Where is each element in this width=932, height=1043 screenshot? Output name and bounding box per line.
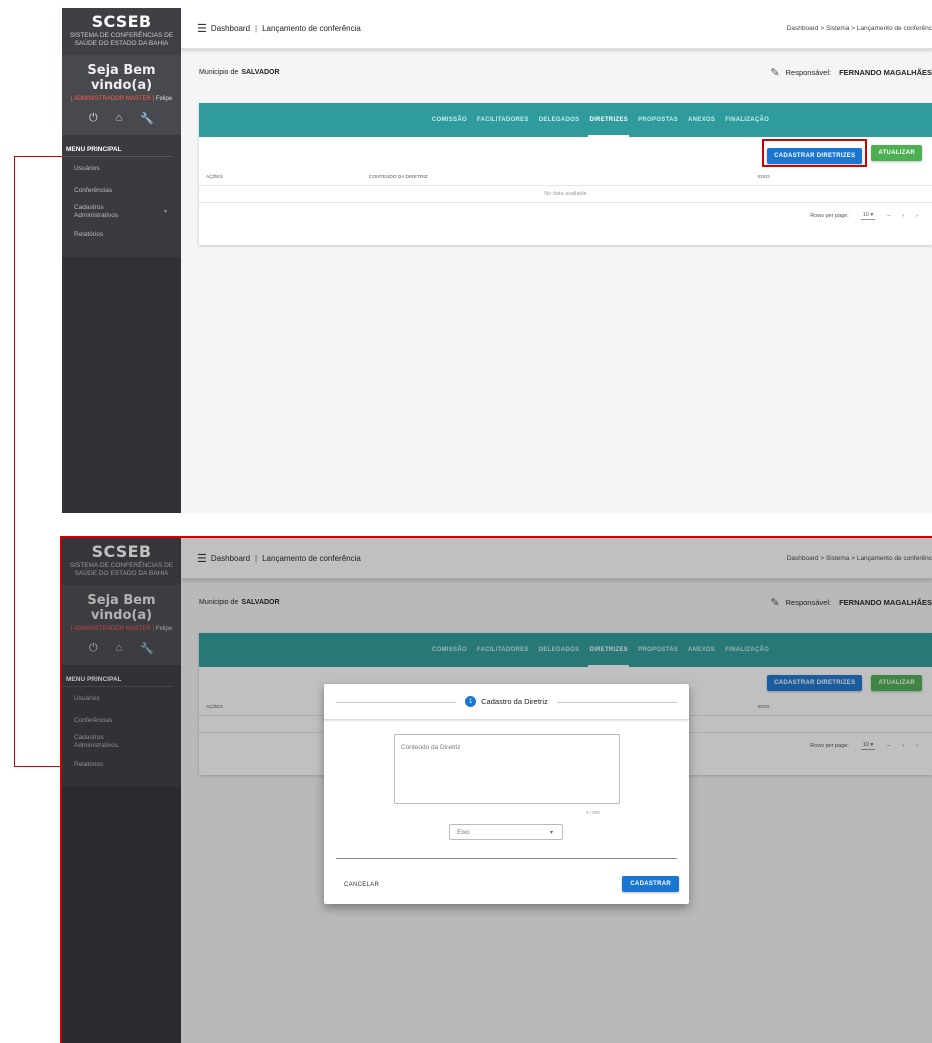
- eixo-select[interactable]: Eixo ▾: [449, 824, 563, 840]
- annotation-line-bottom: [14, 766, 62, 767]
- tab-bar: COMISSÃO FACILITADORES DELEGADOS DIRETRI…: [199, 103, 932, 137]
- pencil-icon[interactable]: ✎: [770, 66, 779, 79]
- topbar-dashboard-link[interactable]: Dashboard: [211, 24, 250, 33]
- screenshot-after: SCSEB SISTEMA DE CONFERÊNCIAS DE SAÚDE D…: [60, 536, 932, 1043]
- dialog-title: Cadastro da Diretriz: [481, 697, 548, 706]
- page-title: Lançamento de conferência: [262, 23, 361, 33]
- cadastro-diretriz-dialog: 1 Cadastro da Diretriz Conteúdo da Diret…: [324, 684, 689, 904]
- sidebar-item-cadastros-administrativos[interactable]: Cadastros Administrativos ▾: [62, 201, 181, 223]
- sidebar-item-usuarios[interactable]: Usuários: [62, 157, 181, 179]
- municipio-row: Municipio de SALVADOR ✎ Responsável: FERN…: [199, 49, 932, 95]
- caret-down-icon: ▾: [870, 212, 874, 218]
- wrench-icon[interactable]: 🔧: [140, 112, 154, 125]
- column-header-conteudo[interactable]: CONTEÚDO DA DIRETRIZ: [369, 175, 428, 180]
- cadastrar-button[interactable]: CADASTRAR: [622, 876, 679, 892]
- welcome-user: [ ADMINISTRADOR MASTER ] Felipe: [62, 96, 181, 102]
- column-header-acoes[interactable]: AÇÕES: [206, 175, 223, 180]
- welcome-panel: Seja Bem vindo(a) [ ADMINISTRADOR MASTER…: [62, 55, 181, 135]
- responsavel-label: Responsável:: [785, 67, 832, 77]
- screenshot-before: SCSEB SISTEMA DE CONFERÊNCIAS DE SAÚDE D…: [62, 8, 932, 513]
- table-no-data: No data available: [199, 186, 932, 203]
- tab-delegados[interactable]: DELEGADOS: [534, 103, 585, 137]
- dialog-header: 1 Cadastro da Diretriz: [324, 684, 689, 720]
- table-header: AÇÕES CONTEÚDO DA DIRETRIZ EIXO: [199, 169, 932, 186]
- rows-per-page-label: Rows per page:: [810, 213, 849, 219]
- atualizar-button[interactable]: ATUALIZAR: [871, 145, 922, 161]
- dialog-divider: [336, 858, 677, 859]
- breadcrumb: Dashboard > Sistema > Lançamento de conf…: [786, 24, 932, 32]
- user-role: [ ADMINISTRADOR MASTER ]: [70, 96, 155, 102]
- tab-comissao[interactable]: COMISSÃO: [427, 103, 472, 137]
- cadastrar-diretrizes-button[interactable]: CADASTRAR DIRETRIZES: [767, 148, 863, 164]
- tab-anexos[interactable]: ANEXOS: [683, 103, 720, 137]
- tab-finalizacao[interactable]: FINALIZAÇÃO: [720, 103, 774, 137]
- sidebar-item-label: Cadastros Administrativos: [74, 204, 119, 219]
- column-header-eixo[interactable]: EIXO: [758, 175, 769, 180]
- step-number: 1: [465, 696, 477, 707]
- power-icon[interactable]: ⏻: [89, 112, 98, 125]
- char-counter: 0 / 600: [586, 810, 600, 815]
- chevron-down-icon: ▾: [163, 209, 167, 215]
- rows-per-page-select[interactable]: 10 ▾: [860, 212, 876, 220]
- prev-page-icon[interactable]: ‹: [902, 213, 904, 219]
- tab-diretrizes[interactable]: DIRETRIZES: [584, 103, 633, 137]
- sidebar-item-conferencias[interactable]: Conferências: [62, 179, 181, 201]
- page-range: –: [887, 213, 891, 219]
- sidebar-item-label: Usuários: [74, 164, 100, 172]
- municipio-label: Municipio de: [199, 68, 239, 76]
- pagination: Rows per page: 10 ▾ – ‹ ›: [199, 203, 932, 229]
- highlight-box: CADASTRAR DIRETRIZES: [762, 139, 868, 167]
- textarea-placeholder: Conteúdo da Diretriz: [401, 744, 461, 751]
- topbar: ☰ Dashboard | Lançamento de conferência …: [181, 8, 932, 49]
- brand-subtitle-line1: SISTEMA DE CONFERÊNCIAS DE: [69, 32, 174, 39]
- brand-subtitle: SISTEMA DE CONFERÊNCIAS DE SAÚDE DO ESTA…: [62, 32, 181, 48]
- actions-bar: CADASTRAR DIRETRIZES ATUALIZAR: [199, 137, 932, 169]
- sidebar-item-label: Conferências: [74, 186, 113, 194]
- cancel-button[interactable]: CANCELAR: [344, 882, 379, 888]
- main-content: Municipio de SALVADOR ✎ Responsável: FERN…: [181, 49, 932, 513]
- topbar-separator: |: [255, 23, 258, 33]
- brand-title: SCSEB: [91, 12, 152, 31]
- municipio-name: SALVADOR: [241, 68, 280, 76]
- tab-propostas[interactable]: PROPOSTAS: [633, 103, 683, 137]
- home-icon[interactable]: ⌂: [116, 112, 123, 125]
- menu-icon[interactable]: ☰: [197, 22, 207, 35]
- select-placeholder: Eixo: [457, 829, 470, 836]
- next-page-icon[interactable]: ›: [916, 213, 918, 219]
- diretrizes-card: COMISSÃO FACILITADORES DELEGADOS DIRETRI…: [199, 103, 932, 245]
- tab-facilitadores[interactable]: FACILITADORES: [472, 103, 534, 137]
- sidebar-item-relatorios[interactable]: Relatórios: [62, 223, 181, 245]
- user-name: Felipe: [155, 96, 173, 102]
- responsavel: ✎ Responsável: FERNANDO MAGALHÃES: [770, 66, 932, 79]
- sidebar: SCSEB SISTEMA DE CONFERÊNCIAS DE SAÚDE D…: [62, 8, 181, 513]
- menu-title: MENU PRINCIPAL: [62, 146, 173, 157]
- sidebar-item-label: Relatórios: [74, 230, 104, 238]
- brand: SCSEB SISTEMA DE CONFERÊNCIAS DE SAÚDE D…: [62, 8, 181, 55]
- brand-subtitle-line2: SAÚDE DO ESTADO DA BAHIA: [74, 40, 169, 47]
- quick-icons: ⏻ ⌂ 🔧: [62, 112, 181, 125]
- responsavel-name: FERNANDO MAGALHÃES: [839, 67, 932, 77]
- conteudo-diretriz-textarea[interactable]: Conteúdo da Diretriz: [394, 734, 620, 804]
- annotation-line-left: [14, 156, 15, 766]
- caret-down-icon: ▾: [549, 830, 553, 836]
- welcome-title: Seja Bem vindo(a): [87, 63, 156, 93]
- main-menu: MENU PRINCIPAL Usuários Conferências Cad…: [62, 135, 181, 257]
